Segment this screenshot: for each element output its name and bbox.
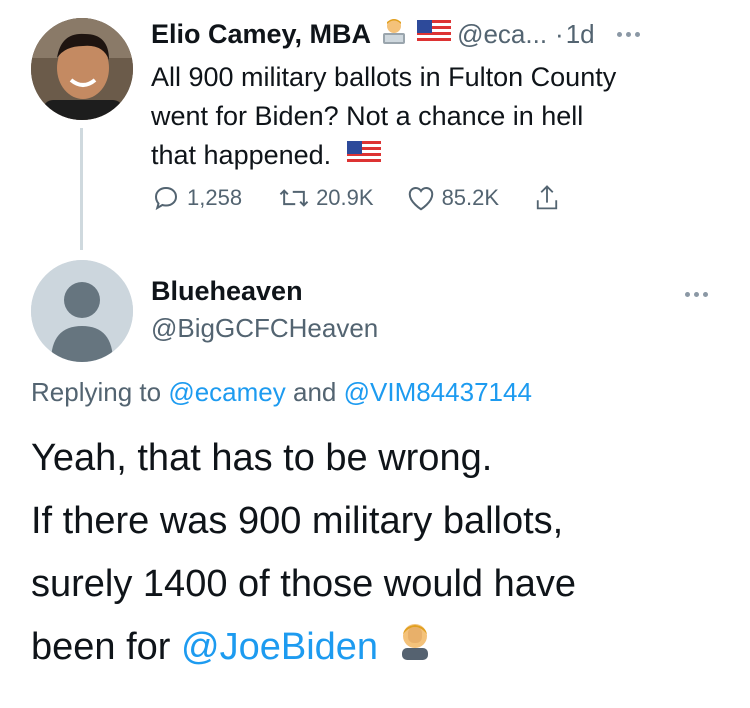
author-handle[interactable]: @eca... [457, 19, 547, 50]
share-icon [536, 185, 558, 210]
us-flag-emoji [417, 19, 452, 49]
like-button[interactable]: 85.2K [406, 184, 500, 212]
retweet-icon [279, 189, 309, 207]
like-count: 85.2K [441, 185, 500, 210]
man-technologist-emoji [379, 17, 409, 52]
replying-to: Replying to @ecamey and @VIM84437144 [31, 377, 532, 407]
author-name[interactable]: Elio Camey, MBA [151, 19, 371, 50]
reply-icon [154, 186, 178, 211]
tweet-text-line: All 900 military ballots in Fulton Count… [151, 62, 617, 92]
reply-count: 1,258 [187, 185, 243, 210]
tweet-text-line: been for @JoeBiden [31, 616, 721, 680]
tweet-timestamp[interactable]: 1d [566, 19, 595, 50]
author-avatar[interactable] [31, 18, 133, 120]
share-button[interactable] [533, 183, 561, 213]
retweet-count: 20.9K [316, 185, 374, 210]
tweet-text-line: went for Biden? Not a chance in hell [151, 101, 584, 131]
us-flag-emoji [346, 137, 381, 176]
reply-author-handle[interactable]: @BigGCFCHeaven [151, 313, 378, 344]
heart-icon [408, 186, 433, 211]
reply-button[interactable]: 1,258 [151, 183, 242, 213]
more-options-icon[interactable] [685, 292, 708, 297]
parent-tweet-text: All 900 military ballots in Fulton Count… [151, 58, 731, 176]
tweet-text-line: surely 1400 of those would have [31, 563, 577, 605]
tweet-text-line: If there was 900 military ballots, [31, 500, 564, 542]
retweet-button[interactable]: 20.9K [278, 183, 374, 213]
tweet-text-line: that happened. [151, 136, 731, 176]
thread-connector-line [80, 128, 83, 250]
time-separator: · [555, 18, 564, 49]
reply-tweet-text: Yeah, that has to be wrong. If there was… [31, 427, 721, 680]
reply-author-name[interactable]: Blueheaven [151, 276, 303, 307]
tweet-action-bar: 1,258 20.9K 85.2K [151, 183, 561, 213]
more-options-icon[interactable] [616, 31, 640, 37]
face-palm-emoji [397, 617, 433, 680]
mention-link[interactable]: @JoeBiden [181, 626, 378, 668]
mention-link[interactable]: @VIM84437144 [344, 377, 532, 407]
reply-author-avatar[interactable] [31, 260, 133, 362]
tweet-text-line: Yeah, that has to be wrong. [31, 437, 493, 479]
mention-link[interactable]: @ecamey [168, 377, 285, 407]
parent-tweet-header: Elio Camey, MBA @eca... · 1d [151, 15, 640, 53]
